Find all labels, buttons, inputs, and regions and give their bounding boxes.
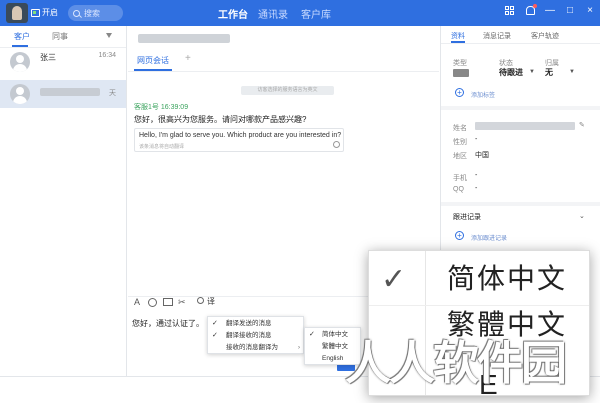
language-label: English (322, 355, 344, 362)
section-divider (441, 202, 600, 206)
top-bar: 开启 搜索 工作台 通讯录 客户库 — □ × (0, 0, 600, 26)
translation-box: Hello, I'm glad to serve you. Which prod… (134, 128, 344, 152)
translate-button[interactable]: 译 (207, 296, 215, 308)
notification-bell-icon[interactable] (524, 4, 537, 17)
menu-item-translate-to[interactable]: 接收的消息翻译为 › (208, 342, 305, 354)
tab-colleagues[interactable]: 同事 (52, 31, 68, 42)
search-placeholder: 搜索 (84, 8, 100, 18)
add-followup-link[interactable]: 添加跟进记录 (471, 233, 507, 242)
add-followup-icon[interactable]: + (455, 231, 464, 240)
menu-item-label: 翻译发送的消息 (226, 320, 272, 327)
emoji-icon[interactable] (148, 298, 157, 307)
zoom-item-simplified: 简体中文 (447, 263, 568, 294)
followup-title: 跟进记录 (453, 214, 481, 221)
menu-item-label: 接收的消息翻译为 (226, 344, 278, 351)
region-value: 中国 (475, 152, 489, 159)
conversation-list-panel: 客户 同事 张三 16:34 天 (0, 26, 127, 376)
contact-time: 天 (109, 90, 116, 97)
field-label-name: 姓名 (453, 125, 467, 132)
watermark-text: 人人软件园 (345, 336, 567, 390)
name-value-redacted (475, 122, 575, 130)
user-avatar[interactable] (6, 3, 28, 23)
status-label: 开启 (42, 8, 58, 17)
filter-icon[interactable] (106, 33, 112, 38)
translation-note: 该条消息将自动翻译 (139, 144, 185, 150)
maximize-button[interactable]: □ (564, 5, 576, 17)
nav-tab-contacts[interactable]: 通讯录 (258, 6, 288, 21)
tab-underline (451, 41, 465, 43)
contact-item[interactable]: 张三 16:34 (0, 48, 126, 76)
message-text: 您好，很高兴为您服务。请问对哪款产品感兴趣? (134, 115, 307, 124)
online-status-toggle[interactable]: 开启 (31, 7, 58, 18)
field-label-gender: 性别 (453, 139, 467, 146)
tab-message-history[interactable]: 消息记录 (483, 31, 511, 41)
check-icon: ✓ (309, 331, 315, 338)
search-icon (73, 9, 80, 17)
type-value[interactable] (453, 69, 469, 77)
font-icon[interactable]: A (134, 296, 140, 308)
tab-web-session[interactable]: 网页会话 (137, 55, 169, 66)
nav-tab-customer-base[interactable]: 客户库 (301, 6, 331, 21)
field-label-phone: 手机 (453, 175, 467, 182)
scissors-icon[interactable]: ✂ (178, 296, 186, 308)
message-meta: 客服1号 16:39:09 (134, 104, 189, 111)
chat-title-redacted (138, 34, 230, 43)
message-input[interactable]: 您好，通过认证了。 (132, 318, 204, 329)
contact-time: 16:34 (98, 52, 116, 59)
tab-underline (134, 69, 172, 71)
type-label: 类型 (453, 60, 467, 67)
translation-text: Hello, I'm glad to serve you. Which prod… (139, 132, 342, 139)
field-label-region: 地区 (453, 153, 467, 160)
globe-icon[interactable] (333, 141, 340, 148)
status-icon (31, 8, 40, 17)
owner-value[interactable]: 无 (545, 67, 553, 78)
chevron-right-icon: › (298, 345, 300, 351)
section-divider (441, 106, 600, 110)
contact-avatar (10, 52, 30, 72)
check-icon: ✓ (212, 320, 218, 327)
check-icon: ✓ (381, 263, 407, 296)
menu-item-translate-sent[interactable]: ✓ 翻译发送的消息 (208, 318, 305, 330)
qq-value: - (475, 185, 478, 192)
field-label-qq: QQ (453, 186, 464, 193)
image-icon[interactable] (163, 298, 173, 306)
menu-item-translate-received[interactable]: ✓ 翻译接收的消息 (208, 330, 305, 342)
app-window: 开启 搜索 工作台 通讯录 客户库 — □ × 客户 同事 张三 16:34 天… (0, 0, 600, 403)
chevron-down-icon[interactable]: ⌄ (579, 212, 585, 220)
tab-customer-trace[interactable]: 客户轨迹 (531, 31, 559, 41)
user-card-icon[interactable] (197, 297, 204, 304)
nav-tab-workbench[interactable]: 工作台 (218, 6, 248, 21)
chevron-down-icon[interactable]: ▼ (569, 69, 575, 75)
phone-value: - (475, 172, 478, 179)
gender-value: - (475, 136, 478, 143)
minimize-button[interactable]: — (544, 5, 556, 17)
contact-avatar (10, 84, 30, 104)
add-tab-button[interactable]: + (185, 53, 191, 64)
apps-grid-icon[interactable] (504, 5, 516, 17)
contact-name: 张三 (40, 53, 56, 62)
contact-item-selected[interactable]: 天 (0, 80, 126, 108)
check-icon: ✓ (212, 332, 218, 339)
close-button[interactable]: × (584, 5, 596, 17)
edit-icon[interactable]: ✎ (579, 122, 586, 129)
search-box[interactable]: 搜索 (68, 5, 123, 21)
system-note: 访客选择的服务语言为英文 (241, 86, 334, 95)
add-tag-link[interactable]: 添加标签 (471, 90, 495, 99)
translate-menu: ✓ 翻译发送的消息 ✓ 翻译接收的消息 接收的消息翻译为 › (207, 316, 304, 354)
add-tag-icon[interactable]: + (455, 88, 464, 97)
status-value[interactable]: 待跟进 (499, 67, 523, 78)
chevron-down-icon[interactable]: ▼ (529, 69, 535, 75)
tab-profile[interactable]: 资料 (451, 31, 465, 41)
menu-item-label: 翻译接收的消息 (226, 332, 272, 339)
contact-name-redacted (40, 88, 100, 96)
tab-underline (12, 45, 28, 47)
zoom-divider (369, 305, 589, 306)
tab-customers[interactable]: 客户 (14, 31, 30, 42)
